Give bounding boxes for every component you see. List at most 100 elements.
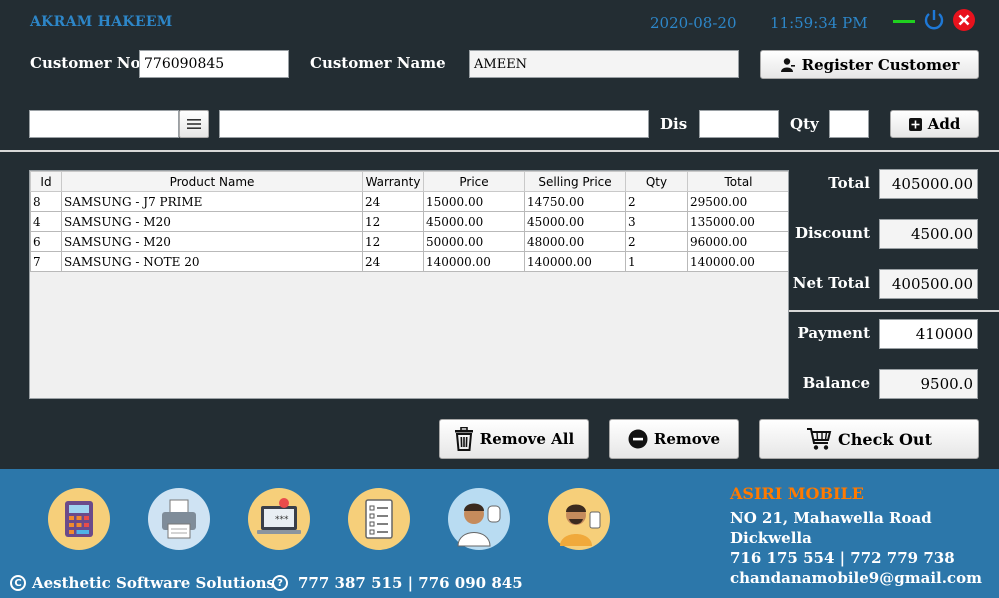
cell-price: 50000.00	[423, 231, 525, 252]
table-row[interactable]: 8 SAMSUNG - J7 PRIME 24 15000.00 14750.0…	[30, 191, 788, 212]
trash-icon	[454, 427, 473, 451]
cell-warranty: 24	[362, 251, 424, 272]
column-header-qty[interactable]: Qty	[625, 171, 688, 192]
power-icon	[924, 10, 944, 30]
help-icon: ?	[272, 575, 288, 591]
minimize-button[interactable]	[893, 20, 915, 23]
cell-qty: 3	[625, 211, 688, 232]
printer-icon[interactable]	[148, 488, 210, 550]
plus-square-icon	[908, 117, 922, 131]
column-header-price[interactable]: Price	[423, 171, 525, 192]
cell-qty: 1	[625, 251, 688, 272]
cell-selling-price: 14750.00	[524, 191, 626, 212]
svg-text:***: ***	[275, 515, 289, 525]
remove-label: Remove	[653, 430, 721, 448]
cell-product-name: SAMSUNG - J7 PRIME	[61, 191, 363, 212]
cell-total: 96000.00	[687, 231, 788, 252]
cell-product-name: SAMSUNG - NOTE 20	[61, 251, 363, 272]
customer-no-label: Customer No	[30, 54, 141, 72]
time-display: 11:59:34 PM	[770, 14, 868, 32]
credit-line: C Aesthetic Software Solutions	[10, 574, 275, 592]
date-display: 2020-08-20	[650, 14, 737, 32]
column-header-selling-price[interactable]: Selling Price	[524, 171, 626, 192]
cell-selling-price: 140000.00	[524, 251, 626, 272]
customer-name-field[interactable]: AMEEN	[469, 50, 739, 78]
cell-id: 7	[30, 251, 62, 272]
laptop-password-icon[interactable]: ***	[248, 488, 310, 550]
net-total-label: Net Total	[792, 274, 870, 292]
register-customer-button[interactable]: Register Customer	[760, 50, 979, 79]
net-total-field: 400500.00	[879, 269, 978, 299]
power-button[interactable]	[922, 8, 946, 32]
table-row[interactable]: 4 SAMSUNG - M20 12 45000.00 45000.00 3 1…	[30, 211, 788, 232]
discount-entry-field[interactable]	[699, 110, 779, 138]
product-list-button[interactable]	[179, 110, 209, 138]
cell-selling-price: 45000.00	[524, 211, 626, 232]
table-row[interactable]: 7 SAMSUNG - NOTE 20 24 140000.00 140000.…	[30, 251, 788, 272]
copyright-icon: C	[10, 575, 26, 591]
address-line-1: NO 21, Mahawella Road	[730, 509, 932, 527]
help-line: ? 777 387 515 | 776 090 845	[272, 574, 523, 592]
remove-all-button[interactable]: Remove All	[439, 419, 589, 459]
cell-price: 15000.00	[423, 191, 525, 212]
cell-warranty: 12	[362, 231, 424, 252]
checkout-button[interactable]: Check Out	[759, 419, 979, 459]
customer-no-field[interactable]: 776090845	[139, 50, 289, 78]
cell-qty: 2	[625, 231, 688, 252]
remove-button[interactable]: Remove	[609, 419, 739, 459]
minus-circle-icon	[628, 429, 648, 449]
cell-selling-price: 48000.00	[524, 231, 626, 252]
company-name: ASIRI MOBILE	[730, 484, 864, 503]
qty-entry-field[interactable]	[829, 110, 869, 138]
summary-divider	[789, 310, 999, 312]
payment-label: Payment	[797, 324, 870, 342]
cell-product-name: SAMSUNG - M20	[61, 211, 363, 232]
remove-all-label: Remove All	[479, 430, 575, 448]
divider	[0, 150, 999, 152]
cell-qty: 2	[625, 191, 688, 212]
close-icon	[953, 9, 975, 31]
user-name: AKRAM HAKEEM	[30, 14, 173, 30]
shopping-cart-icon	[807, 428, 832, 450]
total-label: Total	[828, 174, 870, 192]
table-row[interactable]: 6 SAMSUNG - M20 12 50000.00 48000.00 2 9…	[30, 231, 788, 252]
payment-field[interactable]: 410000	[879, 319, 978, 349]
balance-label: Balance	[802, 374, 870, 392]
cell-price: 45000.00	[423, 211, 525, 232]
user-profile-icon[interactable]	[548, 488, 610, 550]
close-button[interactable]	[952, 8, 976, 32]
help-phones-text: 777 387 515 | 776 090 845	[298, 574, 523, 592]
qty-label: Qty	[790, 115, 819, 133]
product-name-field[interactable]	[219, 110, 649, 138]
cell-total: 29500.00	[687, 191, 788, 212]
table-header-row: Id Product Name Warranty Price Selling P…	[30, 171, 788, 192]
discount-label: Discount	[794, 224, 870, 242]
column-header-product-name[interactable]: Product Name	[61, 171, 363, 192]
customer-name-label: Customer Name	[310, 54, 446, 72]
add-button[interactable]: Add	[890, 110, 979, 138]
dis-label: Dis	[660, 115, 688, 133]
cell-warranty: 24	[362, 191, 424, 212]
company-phones: 716 175 554 | 772 779 738	[730, 549, 955, 567]
balance-field: 9500.0	[879, 369, 978, 399]
column-header-id[interactable]: Id	[30, 171, 62, 192]
address-line-2: Dickwella	[730, 529, 812, 547]
product-code-field[interactable]	[29, 110, 179, 138]
cell-id: 6	[30, 231, 62, 252]
cell-id: 8	[30, 191, 62, 212]
calculator-icon[interactable]	[48, 488, 110, 550]
add-user-icon	[780, 57, 795, 72]
column-header-warranty[interactable]: Warranty	[362, 171, 424, 192]
cell-product-name: SAMSUNG - M20	[61, 231, 363, 252]
column-header-total[interactable]: Total	[687, 171, 788, 192]
cell-total: 140000.00	[687, 251, 788, 272]
add-label: Add	[927, 115, 961, 133]
customer-support-icon[interactable]	[448, 488, 510, 550]
total-field: 405000.00	[879, 169, 978, 199]
discount-field: 4500.00	[879, 219, 978, 249]
cell-warranty: 12	[362, 211, 424, 232]
cell-price: 140000.00	[423, 251, 525, 272]
cart-table[interactable]: Id Product Name Warranty Price Selling P…	[29, 170, 789, 399]
checklist-icon[interactable]	[348, 488, 410, 550]
cell-id: 4	[30, 211, 62, 232]
